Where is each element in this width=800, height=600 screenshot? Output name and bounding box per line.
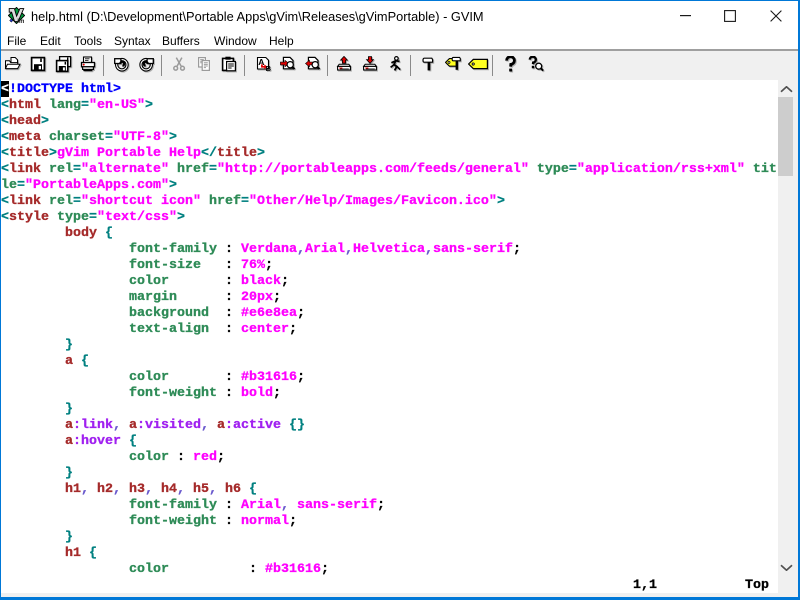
svg-text:im: im: [17, 19, 24, 24]
svg-text:B: B: [266, 64, 272, 73]
